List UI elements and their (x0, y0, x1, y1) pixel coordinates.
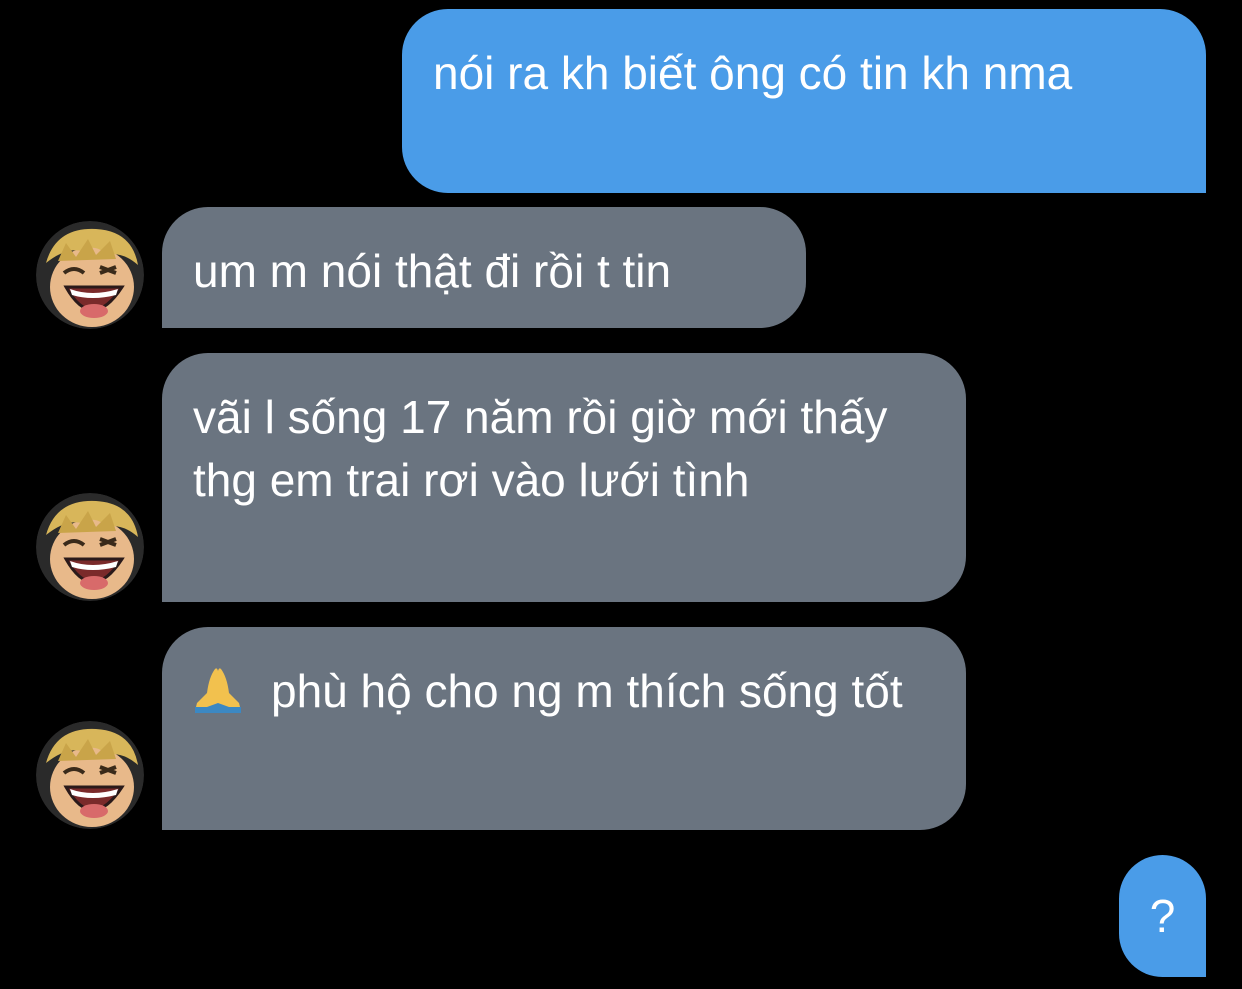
incoming-message-bubble[interactable]: vãi l sống 17 năm rồi giờ mới thấy thg e… (162, 353, 966, 602)
outgoing-message-bubble[interactable]: nói ra kh biết ông có tin kh nma (402, 9, 1206, 193)
incoming-message-bubble[interactable]: phù hộ cho ng m thích sống tốt (162, 627, 966, 830)
avatar[interactable] (36, 721, 144, 829)
avatar[interactable] (36, 493, 144, 601)
praying-hands-emoji-icon (195, 668, 241, 713)
laughing-face-avatar-icon (36, 221, 144, 329)
incoming-message-bubble[interactable]: um m nói thật đi rồi t tin (162, 207, 806, 328)
outgoing-message-bubble[interactable]: ? (1119, 855, 1206, 977)
message-text: phù hộ cho ng m thích sống tốt (193, 660, 936, 723)
message-text: nói ra kh biết ông có tin kh nma (433, 47, 1073, 99)
message-text-content: phù hộ cho ng m thích sống tốt (271, 665, 903, 717)
message-text: ? (1149, 889, 1176, 942)
chat-thread: nói ra kh biết ông có tin kh nma um m nó… (0, 0, 1242, 989)
laughing-face-avatar-icon (36, 721, 144, 829)
laughing-face-avatar-icon (36, 493, 144, 601)
avatar[interactable] (36, 221, 144, 329)
message-text: um m nói thật đi rồi t tin (193, 245, 672, 297)
message-text: vãi l sống 17 năm rồi giờ mới thấy thg e… (193, 391, 901, 506)
